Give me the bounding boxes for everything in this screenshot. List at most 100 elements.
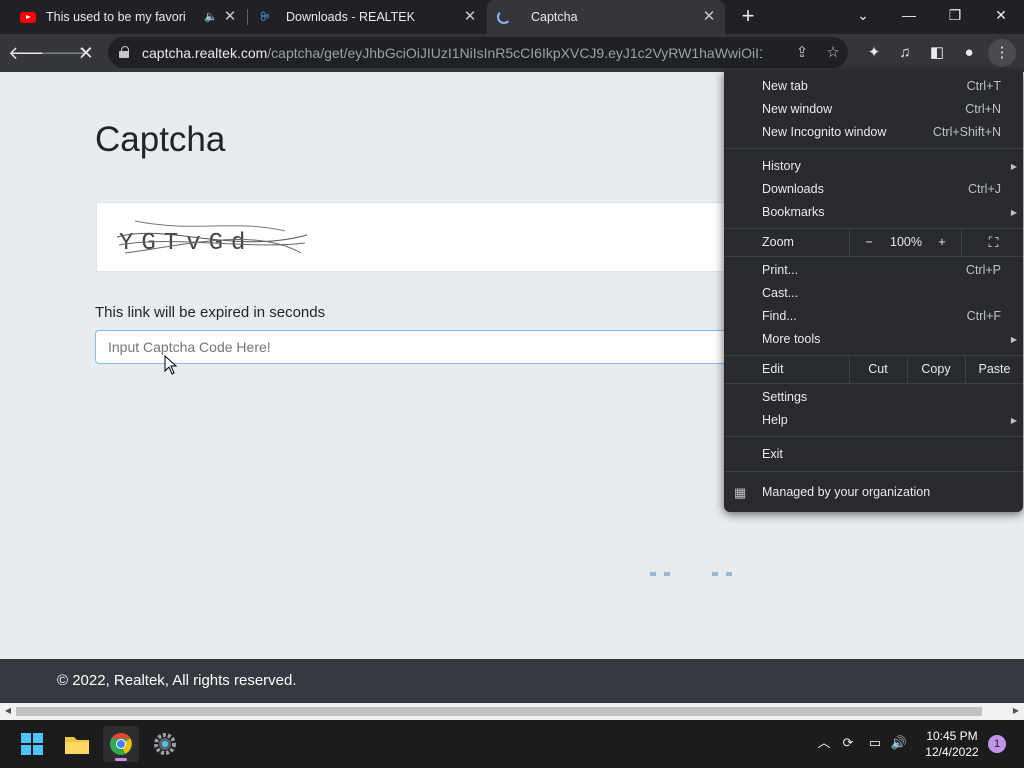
address-bar[interactable]: captcha.realtek.com/captcha/get/eyJhbGci… [108,37,848,68]
menu-shortcut: Ctrl+T [966,79,1001,93]
paste-button[interactable]: Paste [966,356,1023,383]
menu-separator [724,383,1023,384]
copy-button[interactable]: Copy [908,356,964,383]
chrome-main-menu: New tab Ctrl+T New window Ctrl+N New Incog… [724,71,1023,512]
mouse-cursor-icon [164,355,178,375]
notification-badge[interactable]: 1 [988,735,1006,753]
chrome-icon [110,733,132,755]
share-icon[interactable]: ⇪ [791,42,813,64]
settings-taskbar-button[interactable] [147,726,183,762]
menu-item-more-tools[interactable]: More tools ▶ [724,328,1023,351]
menu-shortcut: Ctrl+F [966,309,1001,323]
menu-item-new-tab[interactable]: New tab Ctrl+T [724,75,1023,98]
media-control-icon[interactable]: ♫ [891,39,919,67]
realtek-icon: ꔭ [260,9,270,24]
tab-strip: This used to be my favorite … 🔈 ✕ ꔭ Down… [0,0,1024,34]
forward-button[interactable]: 🡒 [40,39,88,67]
clock-date: 12/4/2022 [925,745,979,759]
menu-label: Managed by your organization [762,485,931,499]
speaker-icon[interactable]: 🔈 [204,10,218,23]
menu-shortcut: Ctrl+J [968,182,1001,196]
tab-title: Captcha [531,10,578,24]
clock-time: 10:45 PM [926,729,978,743]
volume-icon[interactable]: 🔊 [890,734,908,752]
cut-button[interactable]: Cut [850,356,906,383]
menu-separator [724,256,1023,257]
menu-zoom-row: Zoom − 100% + ⛶ [724,229,1023,256]
submenu-arrow-icon: ▶ [1010,416,1017,425]
scrollbar-thumb[interactable] [16,707,982,716]
menu-item-new-window[interactable]: New window Ctrl+N [724,98,1023,121]
menu-item-cast[interactable]: Cast... [724,282,1023,305]
building-icon: ▦ [734,485,747,500]
horizontal-scrollbar[interactable]: ◀ ▶ [0,703,1024,720]
menu-item-print[interactable]: Print... Ctrl+P [724,259,1023,282]
menu-label: History [762,159,801,173]
url-host: captcha.realtek.com [142,45,268,61]
url-path: /captcha/get/eyJhbGciOiJIUzI1NiIsInR5cCI… [267,45,762,61]
menu-shortcut: Ctrl+Shift+N [932,125,1001,139]
menu-divider [961,229,962,256]
menu-item-find[interactable]: Find... Ctrl+F [724,305,1023,328]
file-explorer-button[interactable] [59,726,95,762]
close-window-button[interactable]: ✕ [978,0,1024,30]
start-button[interactable] [14,726,50,762]
menu-item-help[interactable]: Help ▶ [724,409,1023,432]
gear-icon [154,733,176,755]
menu-item-settings[interactable]: Settings [724,386,1023,409]
submenu-arrow-icon: ▶ [1010,208,1017,217]
zoom-out-button[interactable]: − [852,229,886,256]
menu-item-bookmarks[interactable]: Bookmarks ▶ [724,201,1023,224]
folder-icon [65,737,89,754]
loading-icon [497,10,511,24]
windows-taskbar: ︿ ⟳ ▭ 🔊 10:45 PM 12/4/2022 1 [0,720,1024,768]
scroll-right-icon[interactable]: ▶ [1011,706,1021,716]
menu-separator [724,471,1023,472]
close-tab-icon[interactable]: ✕ [462,9,478,25]
restore-button[interactable]: ❐ [932,0,978,30]
edit-label: Edit [762,362,784,376]
menu-label: Help [762,413,788,427]
chrome-taskbar-button[interactable] [103,726,139,762]
menu-item-downloads[interactable]: Downloads Ctrl+J [724,178,1023,201]
submenu-arrow-icon: ▶ [1010,335,1017,344]
back-button[interactable]: 🡐 [8,39,56,67]
stop-loading-button[interactable]: ✕ [72,39,100,67]
captcha-image-box: YGTvGd [96,202,756,272]
url-text[interactable]: captcha.realtek.com/captcha/get/eyJhbGci… [142,45,762,61]
menu-item-history[interactable]: History ▶ [724,155,1023,178]
zoom-in-button[interactable]: + [926,229,958,256]
loading-dots [650,572,670,576]
tab-youtube[interactable]: This used to be my favorite … 🔈 ✕ [0,0,246,34]
tab-downloads-realtek[interactable]: ꔭ Downloads - REALTEK ✕ [248,0,486,34]
sync-icon[interactable]: ⟳ [839,734,857,752]
new-tab-button[interactable]: + [736,4,760,28]
tab-search-button[interactable]: ⌄ [840,0,886,30]
menu-edit-row: Edit Cut Copy Paste [724,356,1023,383]
page-footer: © 2022, Realtek, All rights reserved. [0,659,1024,703]
menu-item-new-incognito-window[interactable]: New Incognito window Ctrl+Shift+N [724,121,1023,144]
bookmark-star-icon[interactable]: ☆ [822,42,844,64]
tab-captcha[interactable]: Captcha ✕ [487,0,725,34]
chevron-up-icon[interactable]: ︿ [815,734,833,752]
menu-label: Settings [762,390,808,404]
profile-icon[interactable]: ● [955,39,983,67]
close-tab-icon[interactable]: ✕ [222,9,238,25]
close-tab-icon[interactable]: ✕ [701,9,717,25]
fullscreen-icon[interactable]: ⛶ [964,229,1023,256]
menu-label: More tools [762,332,821,346]
chrome-menu-icon[interactable]: ⋮ [988,39,1016,67]
extensions-icon[interactable]: ✦ [860,39,888,67]
captcha-input[interactable] [95,330,755,364]
side-panel-icon[interactable]: ◧ [923,39,951,67]
menu-label: New window [762,102,833,116]
menu-item-exit[interactable]: Exit [724,443,1023,466]
system-clock[interactable]: 10:45 PM 12/4/2022 [918,728,986,760]
network-icon[interactable]: ▭ [866,734,884,752]
submenu-arrow-icon: ▶ [1010,162,1017,171]
menu-item-managed[interactable]: ▦ Managed by your organization [724,481,1023,504]
lock-icon[interactable] [119,46,129,58]
menu-label: New Incognito window [762,125,887,139]
minimize-button[interactable]: — [886,0,932,30]
scroll-left-icon[interactable]: ◀ [3,706,13,716]
